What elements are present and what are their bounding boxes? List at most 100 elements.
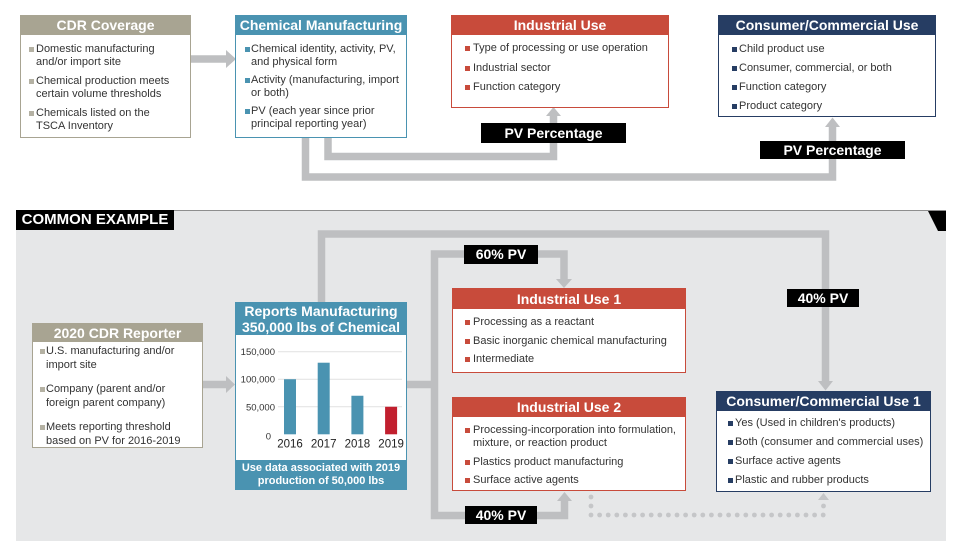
production-volume-bar-chart: 0 50,000 100,000 150,000 2016 2017 2018 2019 xyxy=(241,347,404,451)
industrial-use-1-title: Industrial Use 1 xyxy=(453,289,685,309)
arrow-up-icon xyxy=(557,492,572,501)
flow-dot xyxy=(743,512,749,518)
flow-dot xyxy=(648,512,654,518)
pv-percentage-label-industrial: PV Percentage xyxy=(481,123,626,143)
flow-dot xyxy=(777,512,783,518)
cdr-coverage-title: CDR Coverage xyxy=(21,16,190,35)
industrial-use-list: Type of processing or use operation Indu… xyxy=(452,35,668,94)
list-item-text: Intermediate xyxy=(473,353,535,365)
list-item: Intermediate xyxy=(465,353,680,366)
list-item-text: Surface active agents xyxy=(473,473,579,486)
industrial-use-1-list: Processing as a reactant Basic inorganic… xyxy=(453,309,685,366)
flow-label-40-pv-consumer: 40% PV xyxy=(787,289,859,307)
flow-dot xyxy=(691,512,697,518)
bar-2017 xyxy=(317,362,330,435)
bullet-icon xyxy=(732,104,737,109)
bullet-icon xyxy=(40,348,45,354)
list-item: Company (parent and/or foreign parent co… xyxy=(40,382,194,410)
flow-label-40-pv-industrial: 40% PV xyxy=(465,506,537,524)
list-item: Domestic manufacturing and/or import sit… xyxy=(29,43,177,69)
chemical-manufacturing-title: Chemical Manufacturing xyxy=(236,16,406,35)
bullet-icon xyxy=(732,66,737,71)
flow-label-60-pv: 60% PV xyxy=(464,245,538,264)
arrow-up-icon xyxy=(546,107,561,116)
list-item-text: Domestic manufacturing and/or import sit… xyxy=(36,43,155,68)
cdr-coverage-box: CDR Coverage Domestic manufacturing and/… xyxy=(20,15,191,138)
flow-dot xyxy=(674,512,680,518)
flow-dot xyxy=(605,512,611,518)
bullet-icon xyxy=(40,424,45,430)
list-item-text: Child product use xyxy=(739,43,825,55)
flow-dot xyxy=(614,512,620,518)
list-item-text: U.S. manufacturing and/or import site xyxy=(46,345,175,371)
flow-dot xyxy=(588,512,594,518)
flow-dot xyxy=(588,494,594,500)
flow-dot xyxy=(709,512,714,518)
chemical-manufacturing-box: Chemical Manufacturing Chemical identity… xyxy=(235,15,407,138)
bullet-icon xyxy=(245,47,250,52)
list-item: Surface active agents xyxy=(465,474,680,487)
bullet-icon xyxy=(728,440,733,445)
arrow-down-icon xyxy=(818,381,833,391)
title-line: 350,000 lbs of Chemical xyxy=(242,319,400,335)
cdr-reporter-title: 2020 CDR Reporter xyxy=(33,324,202,342)
bullet-icon xyxy=(465,46,470,51)
arrow-down-icon xyxy=(556,279,572,288)
list-item: Basic inorganic chemical manufacturing xyxy=(465,335,680,348)
y-tick-label: 100,000 xyxy=(241,375,275,386)
list-item-text: Meets reporting threshold based on PV fo… xyxy=(46,421,181,447)
bar-2018 xyxy=(351,395,364,435)
flow-dot xyxy=(597,512,602,518)
list-item-text: Yes (Used in children's products) xyxy=(735,417,896,429)
bullet-icon xyxy=(728,478,733,483)
bullet-icon xyxy=(728,459,733,464)
list-item: Chemical production meets certain volume… xyxy=(29,75,177,101)
flow-dot xyxy=(821,503,826,509)
list-item-text: Chemicals listed on the TSCA Inventory xyxy=(36,107,150,132)
reports-manufacturing-box: Reports Manufacturing 350,000 lbs of Che… xyxy=(235,302,407,490)
industrial-use-box: Industrial Use Type of processing or use… xyxy=(451,15,669,108)
title-line: Reports Manufacturing xyxy=(244,303,398,319)
list-item-text: Function category xyxy=(473,81,561,93)
list-item: Type of processing or use operation xyxy=(465,42,664,55)
bullet-icon xyxy=(245,109,250,114)
flow-dot xyxy=(666,512,671,518)
flow-dot xyxy=(769,512,774,518)
list-item-text: Product category xyxy=(739,100,823,112)
consumer-commercial-use-1-list: Yes (Used in children's products) Both (… xyxy=(717,411,930,487)
list-item: U.S. manufacturing and/or import site xyxy=(40,344,194,372)
dotted-connector-industrial-use-2-to-consumer-use-1 xyxy=(588,494,826,518)
list-item: Plastic and rubber products xyxy=(728,474,927,487)
flow-dot xyxy=(683,512,688,518)
list-item: Function category xyxy=(732,81,931,94)
y-tick-label: 150,000 xyxy=(241,347,275,358)
list-item-text: Type of processing or use operation xyxy=(473,42,648,54)
flow-dot xyxy=(795,512,800,518)
list-item-text: Plastics product manufacturing xyxy=(473,455,624,468)
industrial-use-2-box: Industrial Use 2 Processing-incorporatio… xyxy=(452,397,686,491)
industrial-use-2-list: Processing-incorporation into formulatio… xyxy=(453,417,685,487)
bullet-icon xyxy=(465,320,470,325)
y-tick-label: 0 xyxy=(266,431,271,442)
list-item-text: Function category xyxy=(739,81,827,93)
list-item-text: Activity (manufacturing, import or both) xyxy=(251,74,399,99)
arrow-up-icon xyxy=(825,117,840,127)
bullet-icon xyxy=(465,428,470,433)
flow-dot xyxy=(820,512,826,518)
bullet-icon xyxy=(465,477,470,483)
list-item-text: Processing as a reactant xyxy=(473,316,595,328)
list-item: Plastics product manufacturing xyxy=(465,456,680,469)
industrial-use-2-title: Industrial Use 2 xyxy=(453,398,685,417)
flow-dot xyxy=(631,512,637,518)
flow-dot xyxy=(657,512,663,518)
flow-dot xyxy=(640,512,645,518)
x-tick-label: 2016 xyxy=(277,439,303,451)
flow-dot xyxy=(623,512,628,518)
list-item: Function category xyxy=(465,81,664,94)
flow-dot xyxy=(734,512,740,518)
list-item: Chemicals listed on the TSCA Inventory xyxy=(29,107,177,133)
list-item: Yes (Used in children's products) xyxy=(728,417,927,430)
list-item: Consumer, commercial, or both xyxy=(732,62,931,75)
list-item-text: Processing-incorporation into formulatio… xyxy=(473,424,676,450)
flow-dot xyxy=(717,512,723,518)
